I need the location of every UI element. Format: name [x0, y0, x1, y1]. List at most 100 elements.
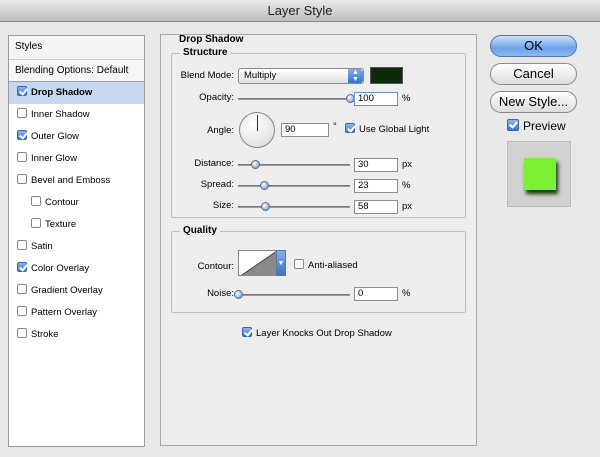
preview-row[interactable]: Preview — [507, 119, 566, 133]
angle-unit: ° — [333, 121, 337, 132]
anti-aliased-checkbox[interactable] — [294, 259, 304, 269]
style-item-outer-glow[interactable]: Outer Glow — [9, 126, 144, 148]
contour-preview[interactable] — [238, 250, 276, 276]
opacity-field[interactable]: 100 — [354, 92, 398, 106]
style-item-drop-shadow[interactable]: Drop Shadow — [9, 82, 144, 104]
drop-shadow-panel: Drop Shadow Structure Blend Mode: Multip… — [160, 34, 477, 446]
spread-unit: % — [402, 180, 411, 191]
use-global-light-row[interactable]: Use Global Light — [345, 123, 429, 135]
style-item-bevel-and-emboss[interactable]: Bevel and Emboss — [9, 170, 144, 192]
dialog-body: Styles Blending Options: Default Drop Sh… — [0, 22, 600, 457]
anti-aliased-label: Anti-aliased — [308, 260, 358, 271]
style-item-pattern-overlay[interactable]: Pattern Overlay — [9, 302, 144, 324]
preview-label: Preview — [523, 119, 566, 133]
ok-button[interactable]: OK — [490, 35, 577, 57]
style-item-inner-shadow[interactable]: Inner Shadow — [9, 104, 144, 126]
contour-label: Contour: — [197, 261, 234, 272]
spread-field[interactable]: 23 — [354, 179, 398, 193]
style-items: Drop Shadow Inner Shadow Outer Glow Inner G… — [9, 82, 144, 346]
preview-swatch — [524, 158, 556, 190]
noise-label: Noise: — [207, 288, 234, 299]
style-item-label: Contour — [45, 197, 79, 208]
knockout-row[interactable]: Layer Knocks Out Drop Shadow — [242, 327, 392, 339]
distance-label: Distance: — [194, 158, 234, 169]
style-item-label: Texture — [45, 219, 77, 230]
style-item-checkbox[interactable] — [17, 152, 27, 162]
use-global-light-checkbox[interactable] — [345, 123, 355, 133]
quality-legend: Quality — [180, 225, 220, 236]
updown-arrows-icon: ▲ ▼ — [348, 69, 363, 83]
window-titlebar: Layer Style — [0, 0, 600, 22]
styles-header[interactable]: Styles — [9, 36, 144, 60]
style-item-checkbox[interactable] — [31, 218, 41, 228]
opacity-unit: % — [402, 93, 411, 104]
opacity-label: Opacity: — [199, 92, 234, 103]
cancel-button[interactable]: Cancel — [490, 63, 577, 85]
size-unit: px — [402, 201, 413, 212]
noise-field[interactable]: 0 — [354, 287, 398, 301]
angle-label: Angle: — [207, 125, 234, 136]
styles-list: Styles Blending Options: Default Drop Sh… — [8, 35, 145, 447]
angle-dial[interactable] — [239, 112, 275, 148]
style-item-label: Color Overlay — [31, 263, 90, 274]
style-item-label: Inner Shadow — [31, 109, 90, 120]
spread-slider-knob[interactable] — [259, 181, 269, 190]
use-global-light-label: Use Global Light — [359, 124, 430, 135]
spread-slider[interactable] — [238, 181, 350, 190]
noise-slider[interactable] — [234, 290, 350, 299]
distance-slider-knob[interactable] — [250, 160, 260, 169]
style-item-checkbox[interactable] — [17, 240, 27, 250]
window-title: Layer Style — [267, 3, 333, 18]
style-item-checkbox[interactable] — [17, 306, 27, 316]
size-label: Size: — [212, 200, 234, 211]
style-preview — [507, 141, 571, 207]
structure-legend: Structure — [180, 47, 231, 58]
distance-unit: px — [402, 159, 413, 170]
panel-title: Drop Shadow — [179, 34, 244, 45]
contour-dropdown-arrow-icon[interactable]: ▼ — [276, 250, 286, 276]
style-item-color-overlay[interactable]: Color Overlay — [9, 258, 144, 280]
style-item-checkbox[interactable] — [17, 262, 27, 272]
style-item-gradient-overlay[interactable]: Gradient Overlay — [9, 280, 144, 302]
style-item-label: Inner Glow — [31, 153, 77, 164]
style-item-checkbox[interactable] — [17, 130, 27, 140]
style-item-label: Bevel and Emboss — [31, 175, 111, 186]
style-item-label: Pattern Overlay — [31, 307, 97, 318]
style-item-label: Outer Glow — [31, 131, 80, 142]
size-field[interactable]: 58 — [354, 200, 398, 214]
knockout-label: Layer Knocks Out Drop Shadow — [256, 328, 392, 339]
preview-checkbox[interactable] — [507, 119, 519, 131]
distance-field[interactable]: 30 — [354, 158, 398, 172]
blend-mode-select[interactable]: Multiply ▲ ▼ — [238, 68, 364, 84]
knockout-checkbox[interactable] — [242, 327, 252, 337]
angle-field[interactable]: 90 — [281, 123, 329, 137]
style-item-texture[interactable]: Texture — [9, 214, 144, 236]
style-item-label: Gradient Overlay — [31, 285, 103, 296]
style-item-checkbox[interactable] — [17, 328, 27, 338]
size-slider-knob[interactable] — [260, 202, 270, 211]
opacity-slider[interactable] — [238, 94, 355, 103]
blend-mode-value: Multiply — [244, 70, 277, 81]
anti-aliased-row[interactable]: Anti-aliased — [294, 259, 358, 271]
noise-slider-knob[interactable] — [234, 290, 243, 299]
distance-slider[interactable] — [238, 160, 350, 169]
style-item-checkbox[interactable] — [17, 108, 27, 118]
structure-group: Structure Blend Mode: Multiply ▲ ▼ Opacit… — [171, 47, 466, 218]
new-style-button[interactable]: New Style... — [490, 91, 577, 113]
style-item-label: Stroke — [31, 329, 59, 340]
style-item-label: Satin — [31, 241, 53, 252]
style-item-checkbox[interactable] — [17, 284, 27, 294]
style-item-checkbox[interactable] — [31, 196, 41, 206]
shadow-color-swatch[interactable] — [370, 67, 403, 84]
style-item-checkbox[interactable] — [17, 86, 27, 96]
blending-options-item[interactable]: Blending Options: Default — [9, 60, 144, 82]
style-item-stroke[interactable]: Stroke — [9, 324, 144, 346]
contour-curve-icon — [241, 251, 275, 275]
style-item-satin[interactable]: Satin — [9, 236, 144, 258]
size-slider[interactable] — [238, 202, 350, 211]
noise-unit: % — [402, 288, 411, 299]
blend-mode-label: Blend Mode: — [180, 70, 234, 81]
style-item-inner-glow[interactable]: Inner Glow — [9, 148, 144, 170]
style-item-contour[interactable]: Contour — [9, 192, 144, 214]
style-item-checkbox[interactable] — [17, 174, 27, 184]
